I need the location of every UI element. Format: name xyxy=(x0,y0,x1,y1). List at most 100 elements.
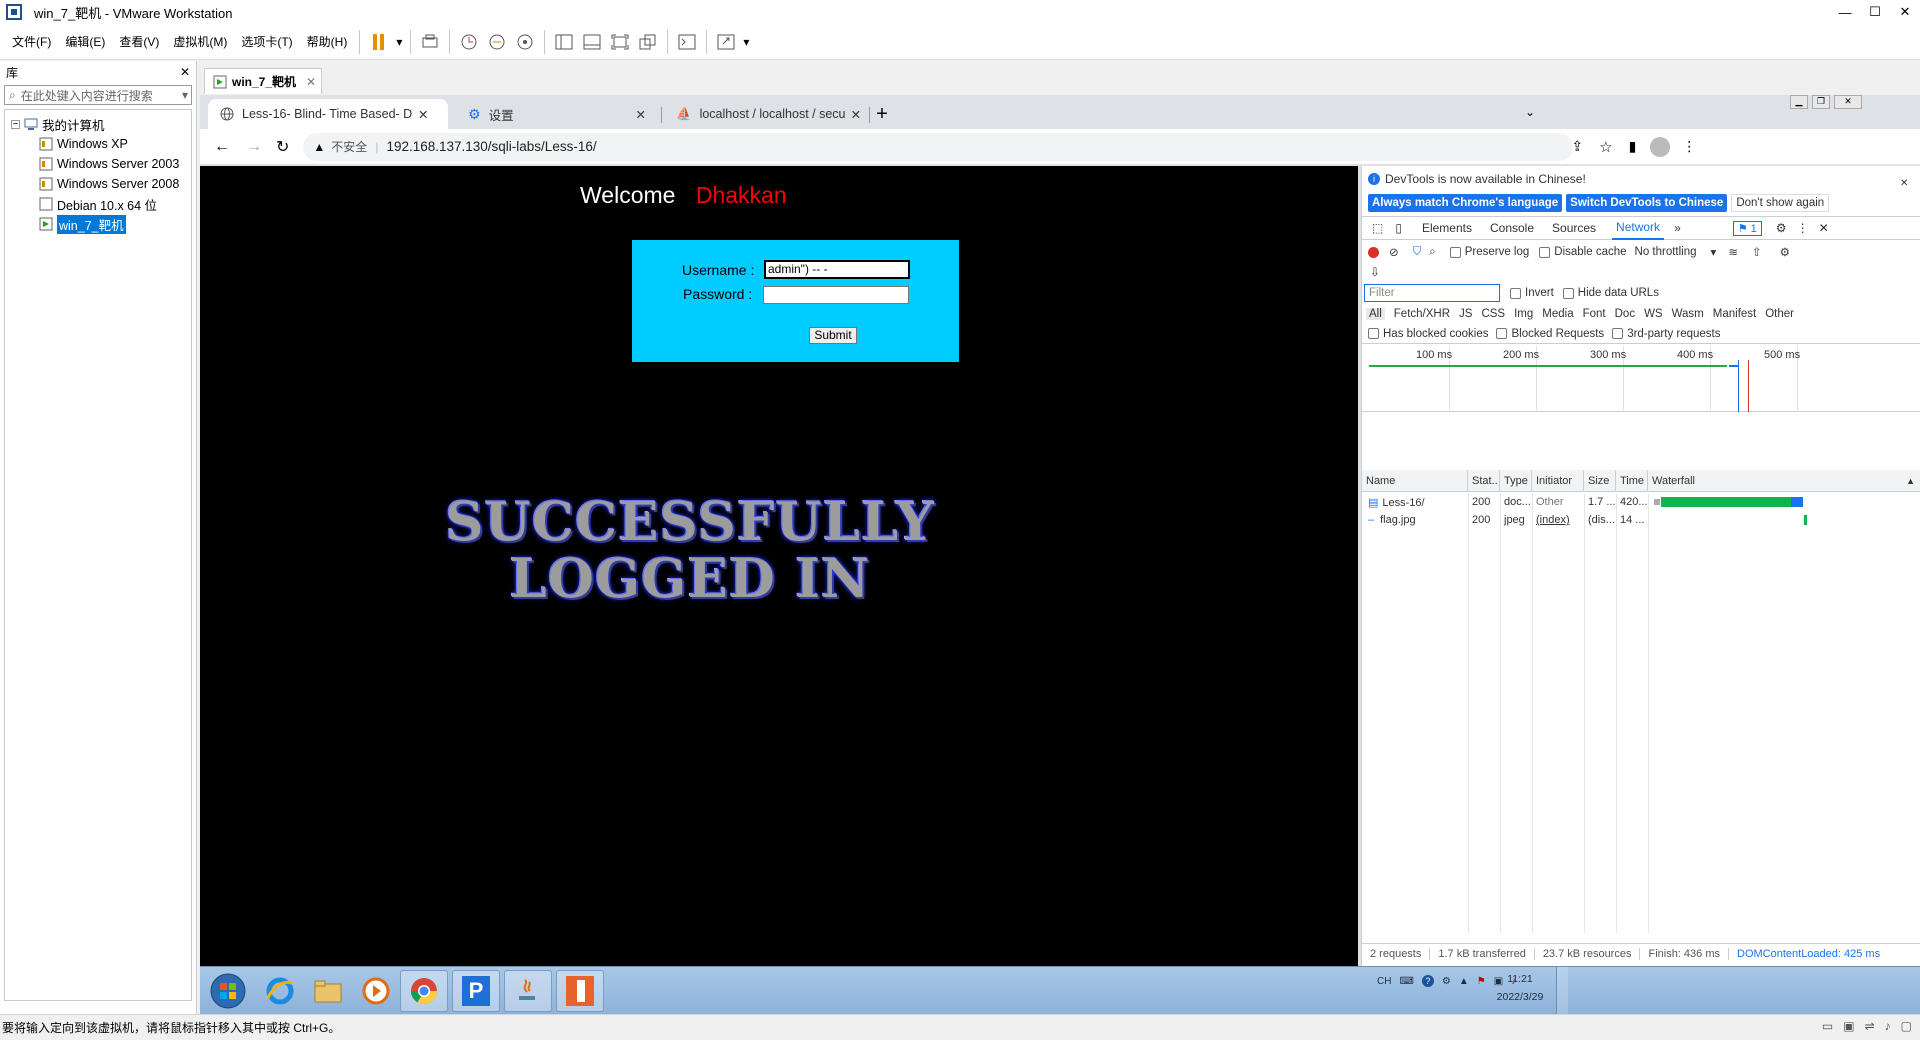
bookmark-star-icon[interactable]: ☆ xyxy=(1599,138,1612,156)
password-input[interactable] xyxy=(763,286,909,304)
device-toolbar-icon[interactable]: ▯ xyxy=(1395,221,1402,235)
close-icon[interactable]: ✕ xyxy=(306,75,316,89)
tree-root[interactable]: − 我的计算机 xyxy=(5,114,191,134)
sort-up-icon[interactable]: ▲ xyxy=(1906,476,1915,486)
network-conditions-icon[interactable]: ≋ xyxy=(1728,245,1738,259)
menu-view[interactable]: 查看(V) xyxy=(112,33,166,50)
column-time[interactable]: Time xyxy=(1616,470,1648,492)
column-initiator[interactable]: Initiator xyxy=(1532,470,1584,492)
type-ws[interactable]: WS xyxy=(1644,308,1663,320)
column-status[interactable]: Stat.. xyxy=(1468,470,1500,492)
submit-button[interactable]: Submit xyxy=(809,327,857,344)
media-player-icon[interactable] xyxy=(352,970,400,1012)
forward-icon[interactable]: → xyxy=(246,138,262,156)
display-icon[interactable]: ▢ xyxy=(1901,1019,1912,1033)
stretch-icon[interactable] xyxy=(712,29,740,55)
throttling-select[interactable]: No throttling xyxy=(1635,246,1697,258)
hard-disk-icon[interactable]: ▭ xyxy=(1822,1019,1833,1033)
tab-search-icon[interactable]: ⌄ xyxy=(1525,105,1535,119)
usb-icon[interactable]: ⇌ xyxy=(1865,1019,1875,1033)
type-media[interactable]: Media xyxy=(1542,308,1573,320)
type-js[interactable]: JS xyxy=(1459,308,1472,320)
send-keys-icon[interactable] xyxy=(416,29,444,55)
type-img[interactable]: Img xyxy=(1514,308,1533,320)
tree-vm-item[interactable]: Windows Server 2008 xyxy=(5,174,191,194)
type-font[interactable]: Font xyxy=(1583,308,1606,320)
close-icon[interactable]: ✕ xyxy=(180,65,190,79)
library-view-icon[interactable] xyxy=(550,29,578,55)
menu-help[interactable]: 帮助(H) xyxy=(300,33,355,50)
close-icon[interactable]: ✕ xyxy=(1900,178,1908,189)
snapshot-manager-icon[interactable] xyxy=(511,29,539,55)
column-name[interactable]: Name xyxy=(1362,470,1468,492)
omnibox[interactable]: ▲ 不安全 | 192.168.137.130/sqli-labs/Less-1… xyxy=(303,132,1574,161)
has-blocked-cookies-checkbox[interactable] xyxy=(1368,328,1379,339)
internet-explorer-icon[interactable] xyxy=(256,970,304,1012)
tree-vm-item[interactable]: Debian 10.x 64 位 xyxy=(5,194,191,214)
minimize-icon[interactable]: ▁ xyxy=(1790,95,1808,109)
clear-icon[interactable]: ⊘ xyxy=(1389,245,1399,259)
clock[interactable]: 11:21 2022/3/29 xyxy=(1490,970,1550,1006)
close-icon[interactable]: ✕ xyxy=(1890,0,1920,24)
java-icon[interactable] xyxy=(504,970,552,1012)
export-icon[interactable]: ⇩ xyxy=(1370,265,1380,279)
network-adapter-icon[interactable]: ▣ xyxy=(1843,1019,1854,1033)
record-icon[interactable] xyxy=(1368,246,1379,258)
chevron-down-icon[interactable]: ▾ xyxy=(393,29,405,55)
dont-show-button[interactable]: Don't show again xyxy=(1731,194,1830,212)
guest-screen[interactable]: Less-16- Blind- Time Based- D ✕ ⚙ 设置 ✕ ⛵… xyxy=(200,95,1920,1014)
type-css[interactable]: CSS xyxy=(1481,308,1505,320)
pause-icon[interactable] xyxy=(365,29,393,55)
settings-icon[interactable]: ⚙ xyxy=(1442,976,1451,987)
tree-vm-item[interactable]: Windows Server 2003 xyxy=(5,154,191,174)
chevron-down-icon[interactable]: ▾ xyxy=(1711,245,1717,259)
menu-vm[interactable]: 虚拟机(M) xyxy=(166,33,234,50)
menu-file[interactable]: 文件(F) xyxy=(5,33,58,50)
snapshot-icon[interactable] xyxy=(455,29,483,55)
back-icon[interactable]: ← xyxy=(214,138,230,156)
share-icon[interactable]: ⇪ xyxy=(1571,138,1583,155)
fullscreen-icon[interactable] xyxy=(606,29,634,55)
new-tab-icon[interactable]: + xyxy=(868,101,896,127)
sound-icon[interactable]: ♪ xyxy=(1885,1019,1891,1033)
language-indicator[interactable]: CH xyxy=(1377,976,1391,987)
reload-icon[interactable]: ↻ xyxy=(276,137,289,157)
tab-elements[interactable]: Elements xyxy=(1422,221,1472,235)
hide-data-urls-checkbox[interactable] xyxy=(1562,287,1574,299)
start-button-icon[interactable] xyxy=(204,970,252,1012)
switch-language-button[interactable]: Switch DevTools to Chinese xyxy=(1566,194,1728,212)
url-text[interactable]: 192.168.137.130/sqli-labs/Less-16/ xyxy=(386,139,596,154)
close-icon[interactable]: ✕ xyxy=(1834,95,1862,109)
help-icon[interactable]: ? xyxy=(1421,975,1434,987)
file-explorer-icon[interactable] xyxy=(304,970,352,1012)
match-language-button[interactable]: Always match Chrome's language xyxy=(1368,194,1563,212)
chevron-down-icon[interactable]: ▾ xyxy=(740,29,752,55)
table-row[interactable]: ▤ Less-16/ 200 doc... Other 1.7 ... 420..… xyxy=(1362,493,1920,511)
minimize-icon[interactable]: — xyxy=(1830,0,1860,24)
preserve-log-checkbox[interactable] xyxy=(1449,246,1461,258)
import-icon[interactable]: ⇧ xyxy=(1752,245,1762,259)
blocked-requests-checkbox[interactable] xyxy=(1496,328,1508,339)
phpstudy-icon[interactable]: P xyxy=(452,970,500,1012)
console-icon[interactable] xyxy=(673,29,701,55)
security-label[interactable]: 不安全 xyxy=(331,138,367,155)
library-search-input[interactable]: ⌕ 在此处键入内容进行搜索 ▾ xyxy=(4,85,192,105)
menu-tabs[interactable]: 选项卡(T) xyxy=(234,33,299,50)
row-initiator-link[interactable]: (index) xyxy=(1532,514,1584,526)
close-icon[interactable]: ✕ xyxy=(636,107,646,122)
keyboard-icon[interactable]: ⌨ xyxy=(1399,976,1413,987)
column-waterfall[interactable]: Waterfall ▲ xyxy=(1648,470,1920,492)
show-hidden-icons[interactable]: ▲ xyxy=(1459,976,1469,987)
disable-cache-checkbox[interactable] xyxy=(1539,246,1551,258)
type-wasm[interactable]: Wasm xyxy=(1672,308,1704,320)
issues-badge[interactable]: ⚑ 1 xyxy=(1732,220,1762,236)
side-panel-icon[interactable]: ▮ xyxy=(1629,138,1637,155)
burp-suite-icon[interactable] xyxy=(556,970,604,1012)
browser-tab[interactable]: ⚙ 设置 ✕ xyxy=(456,99,656,129)
browser-tab-active[interactable]: Less-16- Blind- Time Based- D ✕ xyxy=(208,99,448,129)
chevron-down-icon[interactable]: ▾ xyxy=(182,88,188,102)
show-desktop-button[interactable] xyxy=(1556,967,1568,1014)
invert-checkbox[interactable] xyxy=(1510,287,1521,299)
close-icon[interactable]: ✕ xyxy=(851,107,861,122)
settings-icon[interactable]: ⚙ xyxy=(1776,221,1787,235)
